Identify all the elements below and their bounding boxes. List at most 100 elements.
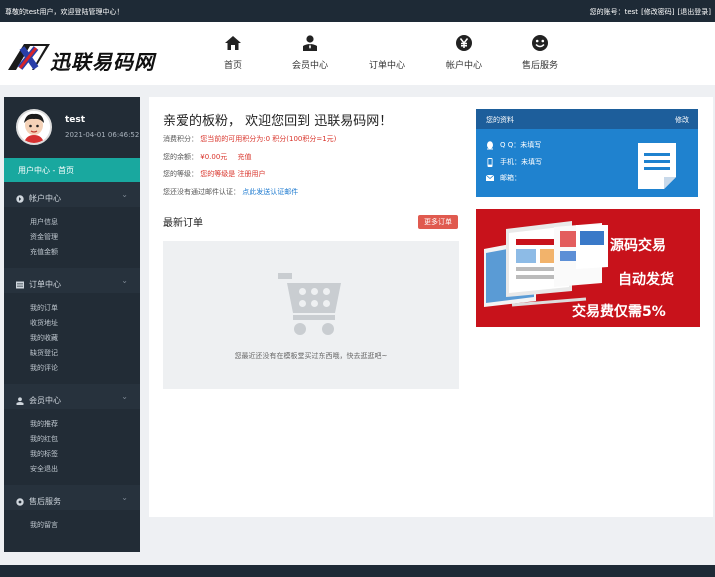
- greeting-text: 尊敬的test用户，欢迎登陆管理中心！: [5, 8, 124, 16]
- nav-member-center[interactable]: 会员中心: [280, 32, 340, 71]
- smile-icon: [532, 35, 548, 51]
- sidebar-item-comments[interactable]: 我的评论: [30, 363, 140, 378]
- sidebar-item-referrals[interactable]: 我的推荐: [30, 419, 140, 434]
- promo-line-2: 自动发货: [618, 272, 674, 288]
- level-line: 您的等级： 您的等级是 注册用户: [163, 169, 265, 179]
- account-label: 您的账号：test: [589, 8, 639, 16]
- level-value: 您的等级是 注册用户: [200, 170, 266, 178]
- promo-line-3: 交易费仅需5%: [572, 304, 666, 320]
- sidebar-item-user-info[interactable]: 用户信息: [30, 217, 140, 232]
- home-icon: [225, 36, 241, 50]
- profile-qq: Q Q：未填写: [500, 141, 542, 149]
- sidebar-section-account-items: 用户信息 资金管理 充值金额: [4, 207, 140, 268]
- points-value: 您当前的可用积分为:0 积分(100积分=1元): [200, 135, 337, 143]
- sidebar-section-account[interactable]: 帐户中心 ⌄: [4, 182, 140, 207]
- main-panel: 亲爱的板粉， 欢迎您回到 迅联易码网！ 消费积分： 您当前的可用积分为:0 积分…: [149, 97, 713, 517]
- profile-email-row: 邮箱：: [486, 173, 521, 183]
- nav-account-center[interactable]: 帐户中心: [434, 32, 494, 71]
- phone-icon: [487, 157, 493, 167]
- points-line: 消费积分： 您当前的可用积分为:0 积分(100积分=1元): [163, 134, 336, 144]
- profile-edit-link[interactable]: 修改: [675, 115, 689, 125]
- section-title: 售后服务: [29, 497, 61, 506]
- chevron-down-icon: ⌄: [121, 493, 128, 502]
- avatar-icon: [18, 111, 50, 143]
- list-icon: [16, 281, 24, 288]
- nav-home[interactable]: 首页: [203, 32, 263, 71]
- sidebar-username: test: [65, 115, 86, 125]
- nav-order-center[interactable]: 订单中心: [357, 32, 417, 71]
- sidebar-item-address[interactable]: 收货地址: [30, 318, 140, 333]
- sidebar-item-tags[interactable]: 我的标签: [30, 449, 140, 464]
- chevron-down-icon: ⌄: [121, 392, 128, 401]
- promo-banner[interactable]: 源码交易 自动发货 交易费仅需5%: [476, 209, 700, 327]
- footer-bar: [0, 565, 715, 577]
- balance-label: 您的余额：: [163, 153, 198, 161]
- profile-phone: 手机：未填写: [500, 158, 542, 166]
- sidebar-section-orders-items: 我的订单 收货地址 我的收藏 缺货登记 我的评论: [4, 293, 140, 384]
- profile-qq-row: Q Q：未填写: [486, 140, 541, 150]
- document-icon: [638, 143, 676, 189]
- sidebar-section-member-items: 我的推荐 我的红包 我的标签 安全退出: [4, 409, 140, 485]
- header: 迅联易码网 首页 会员中心 订单中心 帐户中心 售后服务: [0, 22, 715, 85]
- chevron-down-icon: ⌄: [121, 190, 128, 199]
- sidebar: test 2021-04-01 06:46:52 用户中心 - 首页 帐户中心 …: [4, 97, 140, 552]
- latest-orders-title: 最新订单: [163, 218, 203, 229]
- user-icon: [303, 35, 317, 51]
- email-icon: [486, 174, 494, 181]
- sidebar-section-after-sales-items: 我的留言: [4, 510, 140, 541]
- arrow-circle-icon: [16, 194, 24, 203]
- profile-email: 邮箱：: [500, 174, 521, 182]
- change-password-link[interactable]: [修改密码]: [641, 7, 674, 17]
- empty-orders-text: 您最近还没有在模板堂买过东西哦，快去逛逛吧~: [234, 352, 388, 360]
- qq-icon: [487, 140, 493, 149]
- more-orders-button[interactable]: 更多订单: [418, 215, 458, 229]
- top-bar: 尊敬的test用户，欢迎登陆管理中心！ 您的账号：test [修改密码] [退出…: [0, 0, 715, 22]
- account-links: 您的账号：test [修改密码] [退出登录]: [590, 7, 711, 17]
- sidebar-item-home[interactable]: 用户中心 - 首页: [4, 158, 140, 182]
- order-icon: [378, 34, 396, 52]
- nav-label: 首页: [223, 61, 242, 71]
- sidebar-item-recharge[interactable]: 充值金额: [30, 247, 140, 262]
- user-icon: [16, 396, 24, 405]
- yen-icon: [456, 35, 472, 51]
- points-label: 消费积分：: [163, 135, 198, 143]
- sidebar-item-out-of-stock[interactable]: 缺货登记: [30, 348, 140, 363]
- main-nav: 首页 会员中心 订单中心 帐户中心 售后服务: [0, 32, 715, 82]
- section-title: 订单中心: [29, 280, 61, 289]
- sidebar-login-time: 2021-04-01 06:46:52: [65, 131, 140, 139]
- sidebar-section-member[interactable]: 会员中心 ⌄: [4, 384, 140, 409]
- email-verify-label: 您还没有通过邮件认证：: [163, 188, 240, 196]
- chevron-down-icon: ⌄: [121, 276, 128, 285]
- balance-line: 您的余额： ¥0.00元 充值: [163, 152, 252, 162]
- sidebar-item-funds[interactable]: 资金管理: [30, 232, 140, 247]
- profile-card-title: 您的资料: [486, 116, 514, 124]
- shopping-cart-icon: [278, 273, 341, 335]
- nav-label: 帐户中心: [445, 61, 482, 71]
- profile-phone-row: 手机：未填写: [486, 157, 542, 167]
- promo-line-1: 源码交易: [610, 238, 666, 254]
- profile-card-header: 您的资料 修改: [476, 109, 698, 129]
- sidebar-item-messages[interactable]: 我的留言: [30, 520, 140, 535]
- nav-label: 售后服务: [521, 61, 558, 71]
- sidebar-item-my-orders[interactable]: 我的订单: [30, 303, 140, 318]
- sidebar-item-red-packets[interactable]: 我的红包: [30, 434, 140, 449]
- level-label: 您的等级：: [163, 170, 198, 178]
- sidebar-section-orders[interactable]: 订单中心 ⌄: [4, 268, 140, 293]
- section-title: 会员中心: [29, 396, 61, 405]
- nav-label: 订单中心: [368, 61, 405, 71]
- empty-orders-box: 您最近还没有在模板堂买过东西哦，快去逛逛吧~: [163, 241, 459, 389]
- recharge-link[interactable]: 充值: [238, 153, 252, 161]
- email-line: 您还没有通过邮件认证： 点此发送认证邮件: [163, 187, 298, 197]
- logout-link[interactable]: [退出登录]: [678, 7, 711, 17]
- sidebar-profile: test 2021-04-01 06:46:52: [4, 97, 140, 158]
- sidebar-item-logout[interactable]: 安全退出: [30, 464, 140, 479]
- send-verify-email-link[interactable]: 点此发送认证邮件: [242, 188, 298, 196]
- sidebar-item-favorites[interactable]: 我的收藏: [30, 333, 140, 348]
- avatar[interactable]: [16, 109, 52, 145]
- nav-after-sales[interactable]: 售后服务: [510, 32, 570, 71]
- balance-value: ¥0.00元: [200, 153, 228, 161]
- section-title: 帐户中心: [29, 194, 61, 203]
- sidebar-section-after-sales[interactable]: 售后服务 ⌄: [4, 485, 140, 510]
- nav-label: 会员中心: [291, 61, 328, 71]
- support-icon: [16, 497, 24, 506]
